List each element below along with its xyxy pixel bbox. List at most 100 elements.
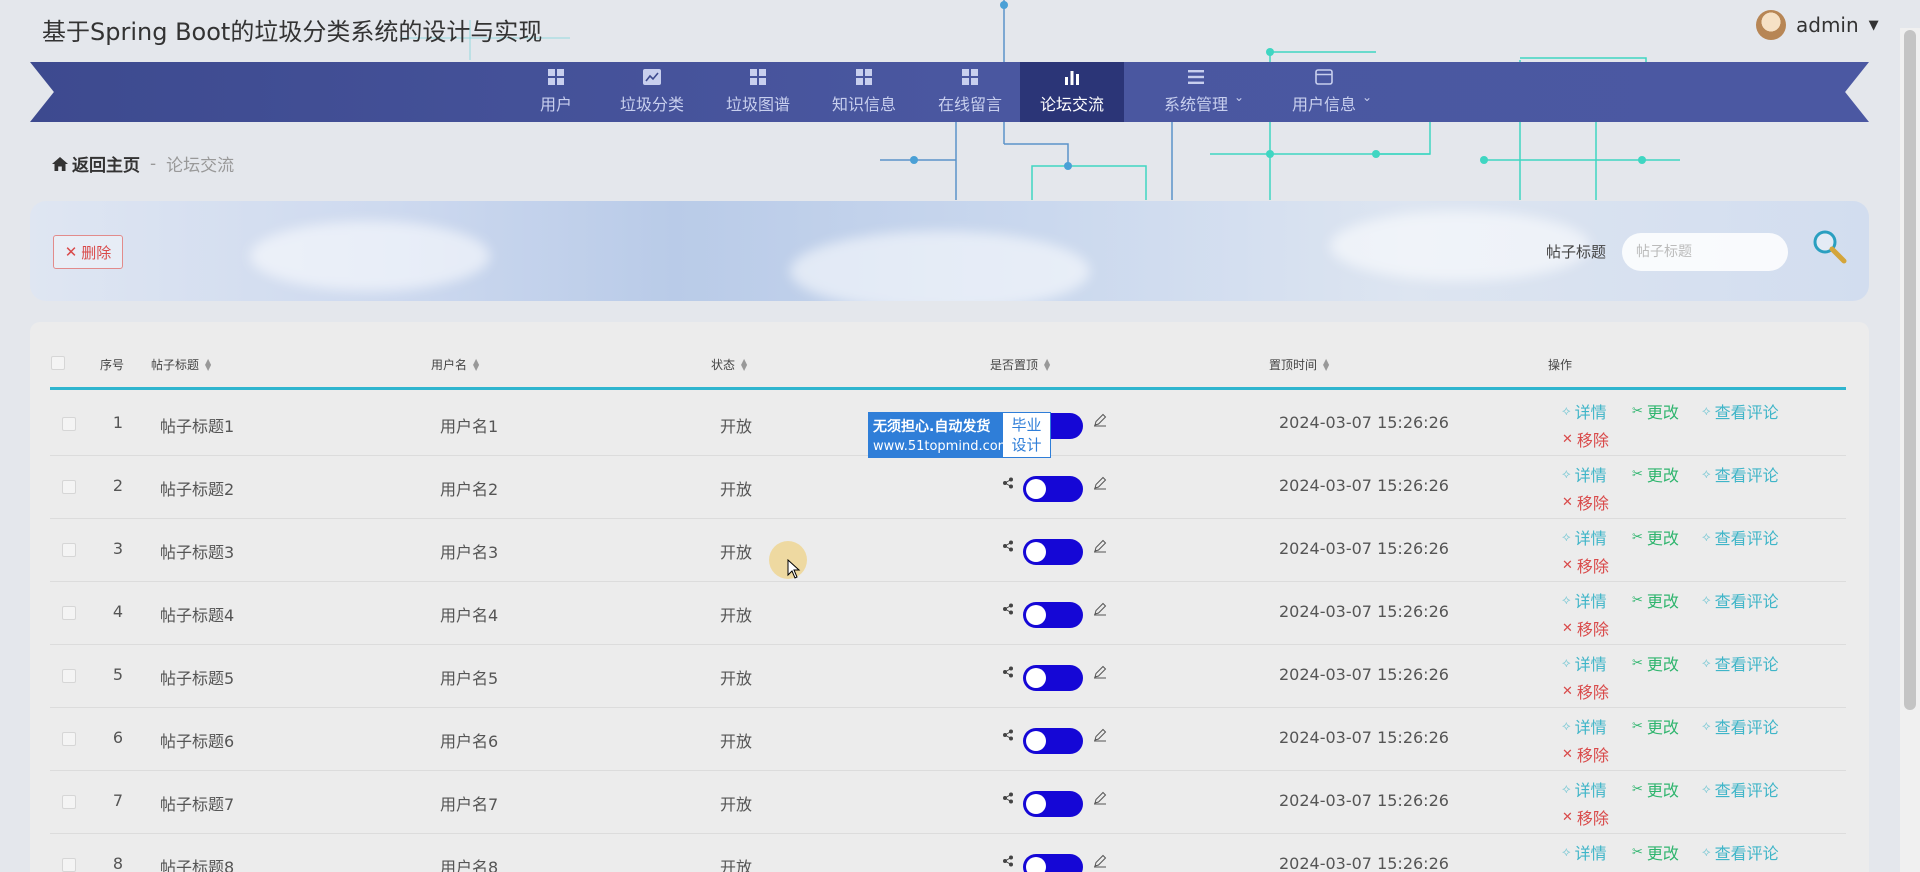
- edit-button[interactable]: ✂ 更改: [1632, 399, 1679, 423]
- table-row[interactable]: 8 帖子标题8 用户名8 开放 2024-03-07 15:26:26 ⟡ 详情 ✂ 更改 ⟡ 查看…: [50, 834, 1846, 872]
- nav-item-forum[interactable]: 论坛交流: [1020, 62, 1124, 122]
- pinned-toggle[interactable]: [1023, 476, 1083, 502]
- table-row[interactable]: 5 帖子标题5 用户名5 开放 2024-03-07 15:26:26 ⟡ 详情 ✂ 更改 ⟡ 查看…: [50, 645, 1846, 708]
- sort-icon[interactable]: ▲ ▼: [1044, 357, 1050, 371]
- remove-button[interactable]: ✕移除: [1562, 616, 1609, 640]
- detail-button[interactable]: ⟡ 详情: [1562, 462, 1607, 486]
- search-input[interactable]: [1622, 233, 1788, 271]
- pinned-toggle[interactable]: [1023, 728, 1083, 754]
- remove-button[interactable]: ✕移除: [1562, 490, 1609, 514]
- edit-button[interactable]: ✂ 更改: [1632, 588, 1679, 612]
- detail-button[interactable]: ⟡ 详情: [1562, 525, 1607, 549]
- nav-item-garbage-atlas[interactable]: 垃圾图谱: [714, 62, 802, 122]
- table-row[interactable]: 4 帖子标题4 用户名4 开放 2024-03-07 15:26:26 ⟡ 详情 ✂ 更改 ⟡ 查看…: [50, 582, 1846, 645]
- nav-item-garbage-category[interactable]: 垃圾分类: [608, 62, 696, 122]
- view-comments-button[interactable]: ⟡ 查看评论: [1702, 840, 1779, 864]
- edit-pencil-icon[interactable]: [1093, 539, 1107, 553]
- nav-item-system[interactable]: 系统管理 ⌄: [1150, 62, 1244, 122]
- share-icon[interactable]: [1002, 666, 1014, 678]
- share-icon[interactable]: [1002, 792, 1014, 804]
- detail-button[interactable]: ⟡ 详情: [1562, 777, 1607, 801]
- row-checkbox[interactable]: [62, 858, 76, 872]
- header-pin-time[interactable]: 置顶时间 ▲ ▼: [1269, 356, 1329, 373]
- row-checkbox[interactable]: [62, 669, 76, 683]
- view-comments-button[interactable]: ⟡ 查看评论: [1702, 525, 1779, 549]
- detail-button[interactable]: ⟡ 详情: [1562, 588, 1607, 612]
- detail-button[interactable]: ⟡ 详情: [1562, 651, 1607, 675]
- row-checkbox[interactable]: [62, 732, 76, 746]
- pinned-toggle[interactable]: [1023, 791, 1083, 817]
- breadcrumb-home[interactable]: 返回主页: [52, 151, 140, 176]
- nav-item-user-info[interactable]: 用户信息 ⌄: [1278, 62, 1372, 122]
- page-scrollbar[interactable]: [1900, 28, 1920, 872]
- sort-icon[interactable]: ▲ ▼: [1323, 357, 1329, 371]
- remove-button[interactable]: ✕移除: [1562, 553, 1609, 577]
- scrollbar-thumb[interactable]: [1904, 30, 1916, 710]
- nav-item-users[interactable]: 用户: [526, 62, 586, 122]
- breadcrumb-home-label[interactable]: 返回主页: [72, 151, 140, 176]
- pinned-toggle[interactable]: [1023, 539, 1083, 565]
- remove-button[interactable]: ✕移除: [1562, 742, 1609, 766]
- table-row[interactable]: 3 帖子标题3 用户名3 开放 2024-03-07 15:26:26 ⟡ 详情 ✂ 更改 ⟡ 查看…: [50, 519, 1846, 582]
- edit-button[interactable]: ✂ 更改: [1632, 777, 1679, 801]
- edit-button[interactable]: ✂ 更改: [1632, 840, 1679, 864]
- edit-pencil-icon[interactable]: [1093, 476, 1107, 490]
- row-checkbox[interactable]: [62, 795, 76, 809]
- edit-pencil-icon[interactable]: [1093, 854, 1107, 868]
- select-all-checkbox[interactable]: [51, 356, 65, 370]
- remove-button[interactable]: ✕移除: [1562, 805, 1609, 829]
- pinned-toggle[interactable]: [1023, 854, 1083, 872]
- detail-button[interactable]: ⟡ 详情: [1562, 714, 1607, 738]
- edit-button[interactable]: ✂ 更改: [1632, 714, 1679, 738]
- view-comments-button[interactable]: ⟡ 查看评论: [1702, 399, 1779, 423]
- pinned-toggle[interactable]: [1023, 665, 1083, 691]
- pinned-toggle[interactable]: [1023, 602, 1083, 628]
- header-pinned[interactable]: 是否置顶 ▲ ▼: [990, 356, 1050, 373]
- user-name[interactable]: admin: [1796, 13, 1859, 37]
- sort-icon[interactable]: ▲ ▼: [205, 357, 211, 371]
- sort-icon[interactable]: ▲ ▼: [741, 357, 747, 371]
- view-comments-button[interactable]: ⟡ 查看评论: [1702, 714, 1779, 738]
- table-row[interactable]: 7 帖子标题7 用户名7 开放 2024-03-07 15:26:26 ⟡ 详情 ✂ 更改 ⟡ 查看…: [50, 771, 1846, 834]
- detail-button[interactable]: ⟡ 详情: [1562, 840, 1607, 864]
- share-icon[interactable]: [1002, 540, 1014, 552]
- remove-button[interactable]: ✕移除: [1562, 679, 1609, 703]
- share-icon[interactable]: [1002, 603, 1014, 615]
- row-checkbox[interactable]: [62, 606, 76, 620]
- sort-icon[interactable]: ▲ ▼: [473, 357, 479, 371]
- delete-button[interactable]: ✕ 删除: [53, 235, 123, 269]
- caret-down-icon[interactable]: ▼: [1869, 18, 1879, 33]
- table-row[interactable]: 6 帖子标题6 用户名6 开放 2024-03-07 15:26:26 ⟡ 详情 ✂ 更改 ⟡ 查看…: [50, 708, 1846, 771]
- remove-button[interactable]: ✕移除: [1562, 868, 1609, 872]
- remove-button[interactable]: ✕移除: [1562, 427, 1609, 451]
- detail-button[interactable]: ⟡ 详情: [1562, 399, 1607, 423]
- edit-button[interactable]: ✂ 更改: [1632, 651, 1679, 675]
- edit-button[interactable]: ✂ 更改: [1632, 462, 1679, 486]
- share-icon[interactable]: [1002, 855, 1014, 867]
- header-status[interactable]: 状态 ▲ ▼: [711, 356, 747, 373]
- view-comments-button[interactable]: ⟡ 查看评论: [1702, 588, 1779, 612]
- nav-item-messages[interactable]: 在线留言: [926, 62, 1014, 122]
- user-menu[interactable]: admin ▼: [1756, 10, 1879, 40]
- edit-button[interactable]: ✂ 更改: [1632, 525, 1679, 549]
- edit-pencil-icon[interactable]: [1093, 791, 1107, 805]
- edit-pencil-icon[interactable]: [1093, 665, 1107, 679]
- edit-pencil-icon[interactable]: [1093, 602, 1107, 616]
- view-comments-button[interactable]: ⟡ 查看评论: [1702, 777, 1779, 801]
- row-title: 帖子标题3: [160, 543, 235, 562]
- search-icon[interactable]: [1810, 227, 1850, 267]
- edit-pencil-icon[interactable]: [1093, 413, 1107, 427]
- nav-item-knowledge[interactable]: 知识信息: [820, 62, 908, 122]
- share-icon[interactable]: [1002, 477, 1014, 489]
- row-checkbox[interactable]: [62, 480, 76, 494]
- edit-pencil-icon[interactable]: [1093, 728, 1107, 742]
- header-user[interactable]: 用户名 ▲ ▼: [431, 356, 479, 373]
- view-comments-button[interactable]: ⟡ 查看评论: [1702, 462, 1779, 486]
- header-title[interactable]: 帖子标题 ▲ ▼: [151, 356, 211, 373]
- row-checkbox[interactable]: [62, 417, 76, 431]
- avatar[interactable]: [1756, 10, 1786, 40]
- row-checkbox[interactable]: [62, 543, 76, 557]
- table-row[interactable]: 2 帖子标题2 用户名2 开放 2024-03-07 15:26:26 ⟡ 详情 ✂ 更改 ⟡ 查看…: [50, 456, 1846, 519]
- share-icon[interactable]: [1002, 729, 1014, 741]
- view-comments-button[interactable]: ⟡ 查看评论: [1702, 651, 1779, 675]
